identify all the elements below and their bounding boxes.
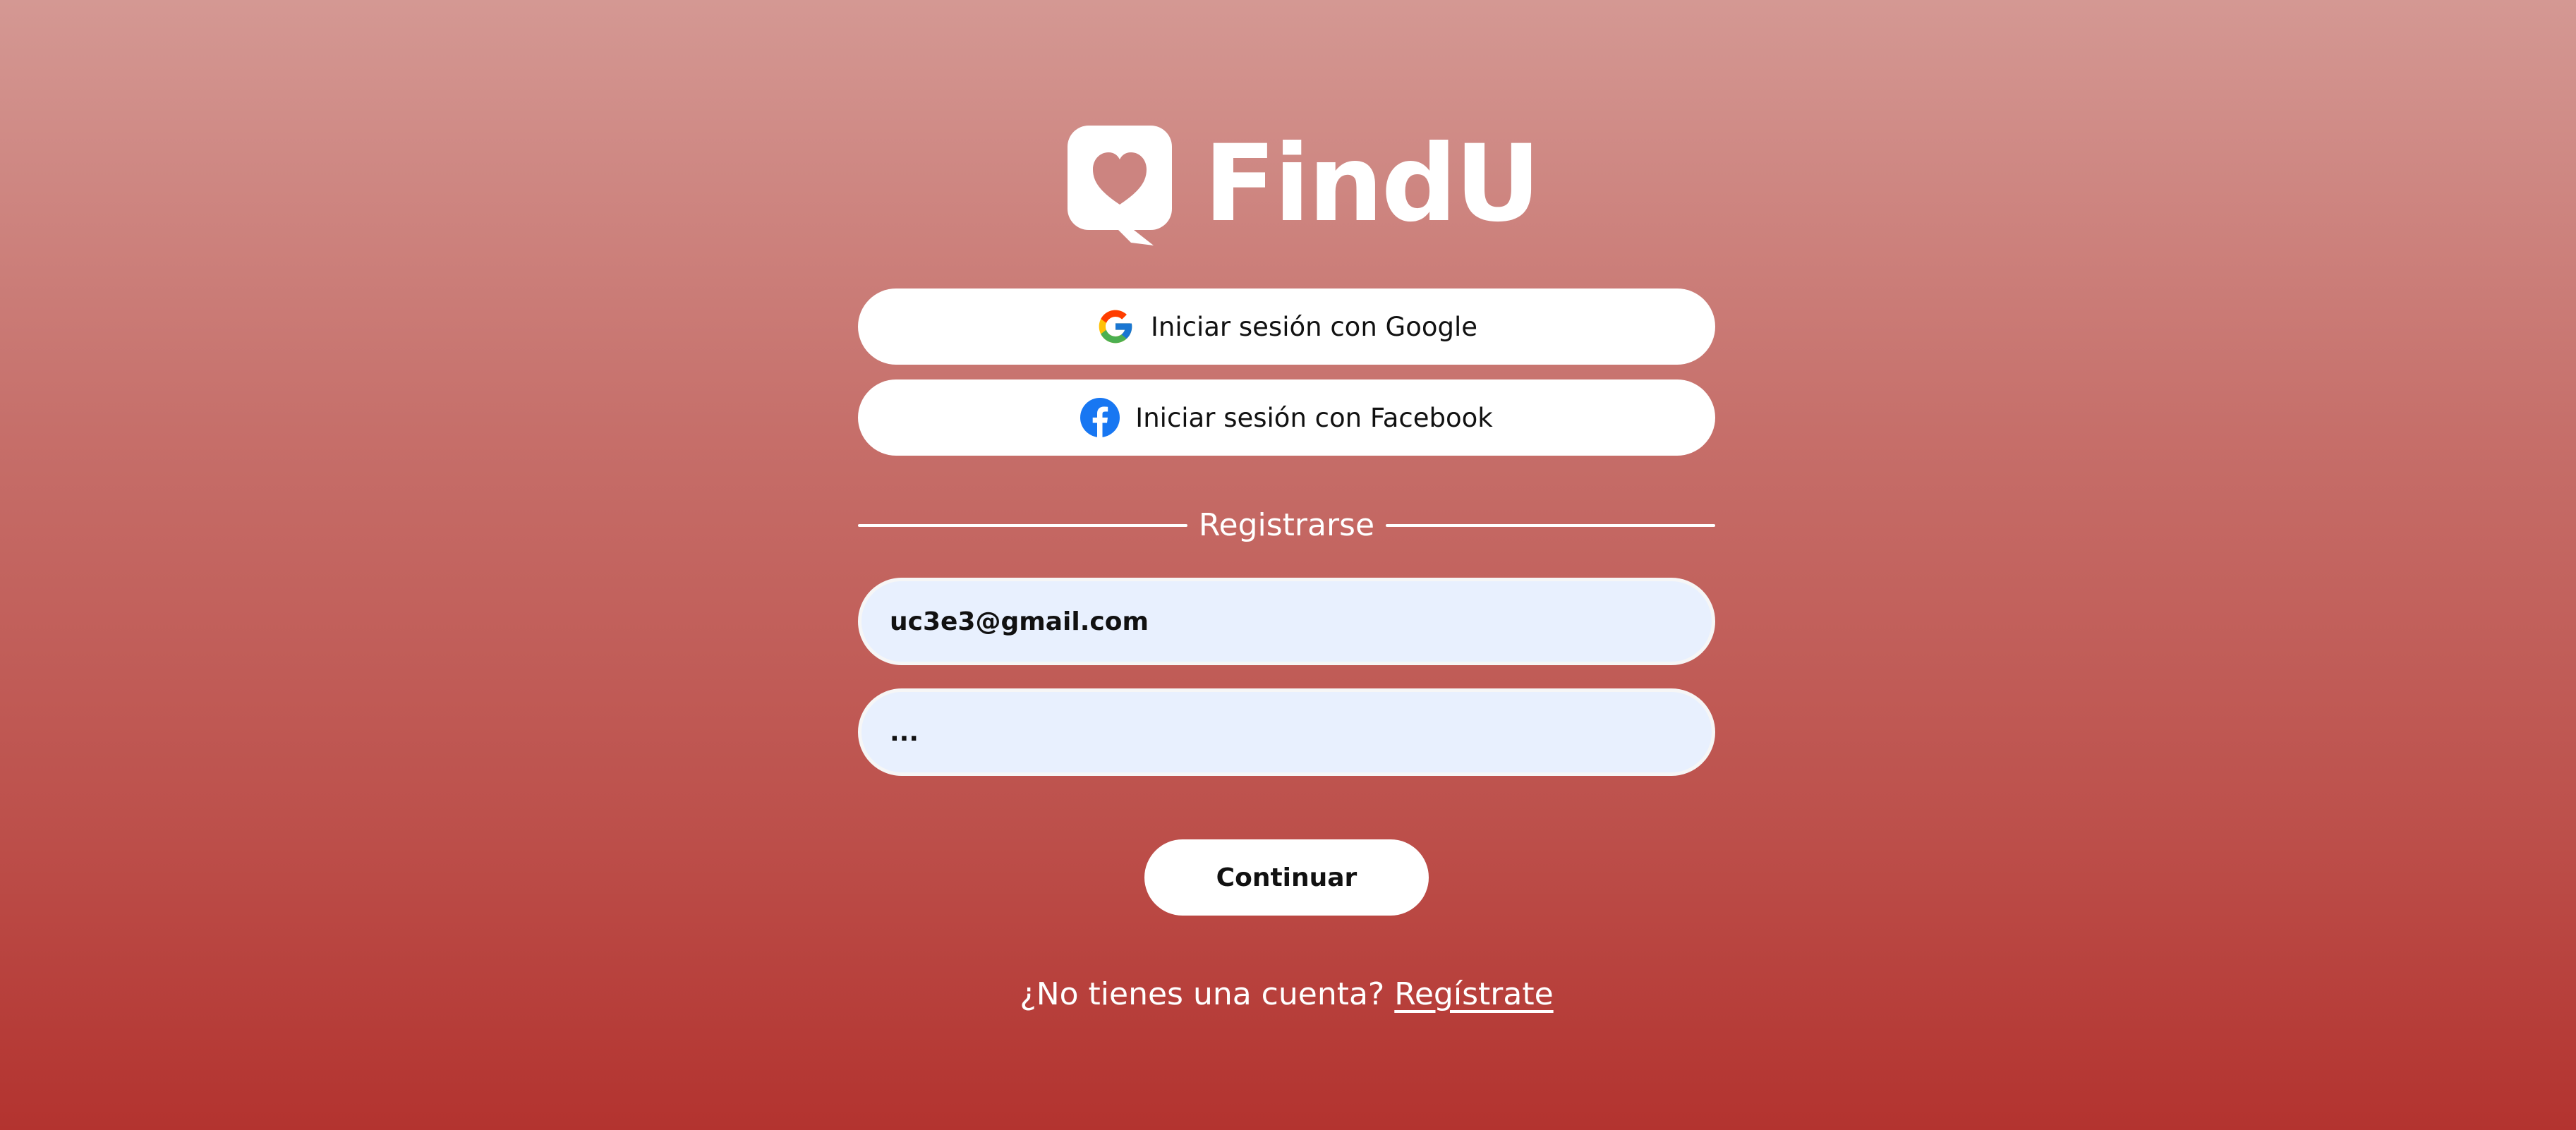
google-signin-label: Iniciar sesión con Google	[1150, 311, 1478, 342]
continue-button[interactable]: Continuar	[1144, 839, 1429, 916]
password-field[interactable]	[858, 688, 1715, 776]
google-icon	[1096, 307, 1135, 346]
google-signin-button[interactable]: Iniciar sesión con Google	[858, 288, 1715, 365]
register-prompt: ¿No tienes una cuenta? Regístrate	[858, 970, 1715, 1019]
brand-name: FindU	[1204, 123, 1541, 245]
heart-chat-bubble-icon	[1068, 126, 1172, 245]
login-page: FindU Iniciar sesión con Google Iniciar …	[0, 0, 2576, 1130]
findu-logo: FindU	[1068, 126, 1541, 245]
email-field[interactable]	[858, 578, 1715, 665]
facebook-signin-button[interactable]: Iniciar sesión con Facebook	[858, 379, 1715, 456]
facebook-signin-label: Iniciar sesión con Facebook	[1135, 402, 1493, 433]
register-divider: Registrarse	[858, 501, 1715, 550]
register-link[interactable]: Regístrate	[1394, 976, 1553, 1012]
register-prompt-text: ¿No tienes una cuenta?	[1020, 976, 1395, 1012]
divider-line-right	[1386, 524, 1715, 527]
facebook-icon	[1080, 398, 1120, 437]
